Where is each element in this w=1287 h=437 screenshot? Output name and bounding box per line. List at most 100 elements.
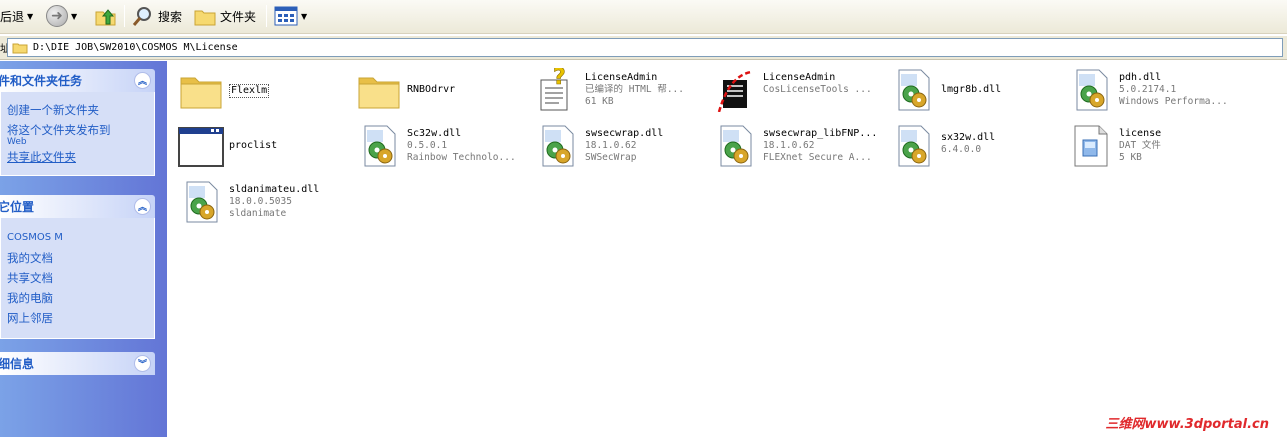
folder-icon (358, 77, 400, 109)
file-name: license (1119, 128, 1162, 139)
file-tasks-header[interactable]: 件和文件夹任务 ︽ (0, 69, 155, 92)
file-version: 0.5.0.1 (407, 140, 448, 151)
views-dropdown-icon[interactable]: ▼ (301, 12, 307, 21)
file-description: Windows Performa... (1119, 96, 1228, 107)
collapse-icon[interactable]: ︽ (134, 72, 151, 89)
dll-gear-icon (542, 125, 574, 167)
toolbar-separator (266, 5, 267, 27)
other-places-panel: 它位置 ︽ COSMOS M 我的文档 共享文档 我的电脑 网上邻居 (0, 195, 155, 339)
file-item[interactable]: swsecwrap_libFNP... 18.1.0.62 FLEXnet Se… (705, 120, 883, 172)
folder-icon (12, 43, 28, 54)
folder-up-icon (95, 9, 116, 26)
file-item[interactable]: sldanimateu.dll 18.0.0.5035 sldanimate (171, 176, 349, 228)
place-my-computer[interactable]: 我的电脑 (7, 288, 148, 308)
folders-button[interactable]: 文件夹 (193, 4, 256, 28)
dll-gear-icon (1076, 69, 1108, 111)
file-name: pdh.dll (1119, 72, 1162, 83)
file-tasks-title: 件和文件夹任务 (0, 74, 83, 88)
file-item[interactable]: RNBOdrvr (349, 64, 527, 116)
file-type: DAT 文件 (1119, 140, 1161, 151)
back-label: 后退 (0, 9, 25, 24)
dll-gear-icon (364, 125, 396, 167)
toolbar-separator (124, 5, 125, 27)
file-item[interactable]: license DAT 文件 5 KB (1061, 120, 1239, 172)
file-name: swsecwrap.dll (585, 128, 664, 139)
file-item[interactable]: ? LicenseAdmin 已编译的 HTML 帮... 61 KB (527, 64, 705, 116)
folders-icon (194, 10, 216, 26)
file-version: 18.1.0.62 (763, 140, 815, 151)
file-tasks-panel: 件和文件夹任务 ︽ 创建一个新文件夹 将这个文件夹发布到 Web 共享此文件夹 (0, 69, 155, 176)
toolbar: 后退 ▼ ➜ ▼ 搜索 文件夹 ▼ (0, 0, 1287, 34)
address-input[interactable]: D:\DIE JOB\SW2010\COSMOS M\License (7, 38, 1283, 57)
search-icon (132, 7, 151, 26)
views-button[interactable]: ▼ (274, 4, 307, 28)
file-name: LicenseAdmin (585, 72, 658, 83)
file-description: CosLicenseTools ... (763, 84, 872, 95)
forward-arrow-icon: ➜ (46, 5, 68, 27)
file-item[interactable]: sx32w.dll 6.4.0.0 (883, 120, 1061, 172)
file-item[interactable]: swsecwrap.dll 18.1.0.62 SWSecWrap (527, 120, 705, 172)
task-share-folder[interactable]: 共享此文件夹 (7, 147, 148, 167)
place-my-documents[interactable]: 我的文档 (7, 248, 148, 268)
dll-gear-icon (186, 181, 218, 223)
application-window-icon (178, 127, 224, 167)
folders-label: 文件夹 (220, 9, 257, 24)
address-path: D:\DIE JOB\SW2010\COSMOS M\License (33, 42, 238, 53)
search-label: 搜索 (158, 9, 183, 24)
file-name: proclist (229, 140, 278, 151)
file-item[interactable]: Flexlm (171, 64, 349, 116)
file-version: 18.1.0.62 (585, 140, 637, 151)
dll-gear-icon (898, 125, 930, 167)
file-description: Rainbow Technolo... (407, 152, 516, 163)
dat-file-icon (1074, 125, 1108, 167)
collapse-icon[interactable]: ︽ (134, 198, 151, 215)
other-places-title: 它位置 (0, 200, 35, 214)
file-name: RNBOdrvr (407, 84, 456, 95)
dll-gear-icon (720, 125, 752, 167)
file-description: SWSecWrap (585, 152, 637, 163)
details-panel: 细信息 ︾ (0, 352, 155, 375)
forward-dropdown-icon[interactable]: ▼ (71, 12, 77, 21)
file-item[interactable]: proclist (171, 120, 349, 172)
file-name: lmgr8b.dll (941, 84, 1002, 95)
folder-icon (180, 77, 222, 109)
details-header[interactable]: 细信息 ︾ (0, 352, 155, 375)
file-size: 5 KB (1119, 152, 1142, 163)
place-network[interactable]: 网上邻居 (7, 308, 148, 328)
file-version: 18.0.0.5035 (229, 196, 292, 207)
file-name: sldanimateu.dll (229, 184, 320, 195)
file-tasks-body: 创建一个新文件夹 将这个文件夹发布到 Web 共享此文件夹 (0, 92, 155, 176)
task-pane: 件和文件夹任务 ︽ 创建一个新文件夹 将这个文件夹发布到 Web 共享此文件夹 … (0, 61, 167, 437)
file-name: swsecwrap_libFNP... (763, 128, 878, 139)
expand-icon[interactable]: ︾ (134, 355, 151, 372)
up-folder-button[interactable] (94, 4, 118, 28)
task-publish-web[interactable]: 将这个文件夹发布到 (7, 123, 148, 137)
file-name: LicenseAdmin (763, 72, 836, 83)
views-icon (274, 6, 298, 26)
task-new-folder[interactable]: 创建一个新文件夹 (7, 100, 148, 120)
svg-text:?: ? (553, 68, 566, 90)
file-view: Flexlm RNBOdrvr ? LicenseAdmin 已编译的 HTML… (167, 61, 1287, 437)
other-places-body: COSMOS M 我的文档 共享文档 我的电脑 网上邻居 (0, 218, 155, 339)
file-item[interactable]: pdh.dll 5.0.2174.1 Windows Performa... (1061, 64, 1239, 116)
file-item[interactable]: LicenseAdmin CosLicenseTools ... (705, 64, 883, 116)
dll-gear-icon (898, 69, 930, 111)
task-publish-web-sub[interactable]: Web (7, 137, 148, 147)
watermark-text: 三维网www.3dportal.cn (1105, 417, 1269, 432)
place-cosmos-m[interactable]: COSMOS M (7, 228, 148, 248)
file-item[interactable]: lmgr8b.dll (883, 64, 1061, 116)
license-admin-app-icon (717, 70, 752, 112)
place-shared-documents[interactable]: 共享文档 (7, 268, 148, 288)
other-places-header[interactable]: 它位置 ︽ (0, 195, 155, 218)
file-description: FLEXnet Secure A... (763, 152, 872, 163)
back-dropdown-icon[interactable]: ▼ (27, 12, 33, 21)
back-button[interactable]: 后退 ▼ (0, 4, 33, 28)
file-size: 61 KB (585, 96, 614, 107)
file-version: 6.4.0.0 (941, 144, 982, 155)
file-name: sx32w.dll (941, 132, 996, 143)
search-button[interactable]: 搜索 (131, 4, 182, 28)
details-title: 细信息 (0, 357, 35, 371)
forward-button[interactable]: ➜ ▼ (46, 4, 77, 28)
file-item[interactable]: Sc32w.dll 0.5.0.1 Rainbow Technolo... (349, 120, 527, 172)
address-bar: 址 D:\DIE JOB\SW2010\COSMOS M\License (0, 36, 1287, 60)
